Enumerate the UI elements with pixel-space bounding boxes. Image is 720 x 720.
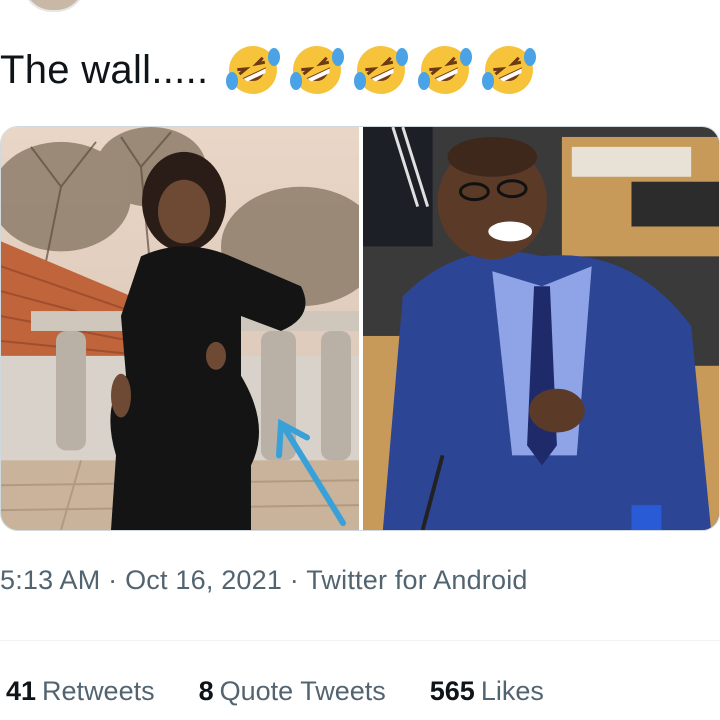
tweet-media-grid bbox=[0, 126, 720, 531]
rolling-on-floor-laughing-icon bbox=[224, 41, 282, 99]
separator-dot: · bbox=[289, 565, 299, 595]
rolling-on-floor-laughing-icon bbox=[352, 41, 410, 99]
tweet-client[interactable]: Twitter for Android bbox=[306, 565, 527, 595]
quote-tweets-count: 8 bbox=[198, 676, 214, 706]
tweet-text-content: The wall..... bbox=[0, 47, 209, 92]
tweet-text: The wall..... bbox=[0, 38, 538, 102]
man-laughing-in-parliament-photo bbox=[363, 127, 719, 530]
rolling-on-floor-laughing-icon bbox=[288, 41, 346, 99]
separator-dot: · bbox=[108, 565, 118, 595]
media-image-left[interactable] bbox=[1, 127, 359, 530]
rolling-on-floor-laughing-icon bbox=[480, 41, 538, 99]
author-avatar[interactable] bbox=[22, 0, 86, 12]
retweets-label: Retweets bbox=[42, 676, 155, 706]
retweets-stat[interactable]: 41 Retweets bbox=[6, 676, 155, 707]
likes-count: 565 bbox=[429, 676, 475, 706]
woman-on-balcony-photo bbox=[1, 127, 359, 530]
retweets-count: 41 bbox=[6, 676, 37, 706]
tweet-date[interactable]: Oct 16, 2021 bbox=[125, 565, 282, 595]
tweet-time: 5:13 AM bbox=[0, 565, 101, 595]
divider bbox=[0, 640, 720, 641]
rolling-on-floor-laughing-icon bbox=[416, 41, 474, 99]
media-image-right[interactable] bbox=[363, 127, 719, 530]
likes-stat[interactable]: 565 Likes bbox=[430, 676, 544, 707]
likes-label: Likes bbox=[480, 676, 544, 706]
quote-tweets-stat[interactable]: 8 Quote Tweets bbox=[199, 676, 386, 707]
emoji-row bbox=[224, 41, 538, 99]
tweet-stats: 41 Retweets 8 Quote Tweets 565 Likes bbox=[6, 676, 544, 707]
quote-tweets-label: Quote Tweets bbox=[219, 676, 386, 706]
tweet-timestamp[interactable]: 5:13 AM · Oct 16, 2021 · Twitter for And… bbox=[0, 565, 528, 596]
